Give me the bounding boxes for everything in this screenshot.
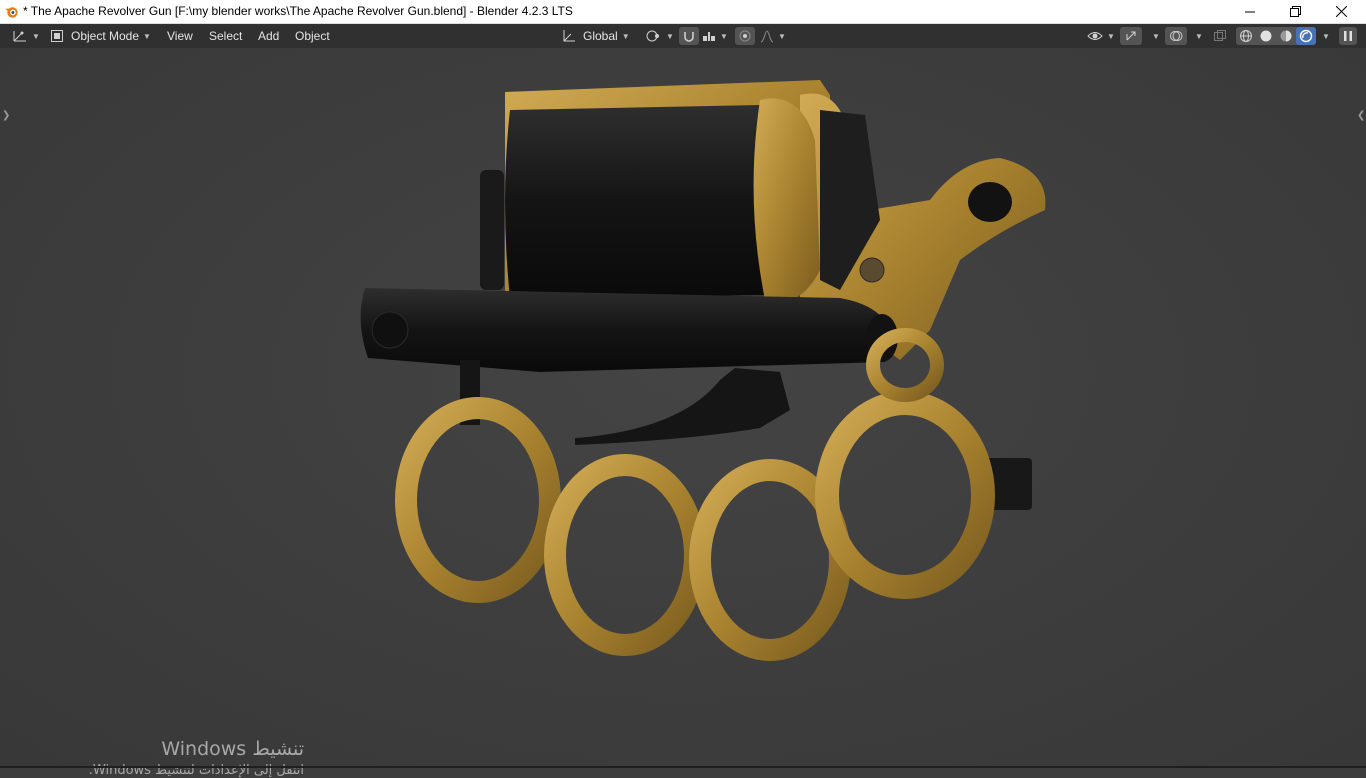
falloff-icon	[760, 30, 774, 43]
gizmo-options[interactable]: ▼	[1148, 24, 1160, 48]
frame-plate	[480, 170, 504, 290]
material-shading-button[interactable]	[1276, 29, 1296, 43]
visibility-icon	[1087, 32, 1103, 40]
menu-view[interactable]: View	[167, 24, 193, 48]
minimize-button[interactable]	[1227, 0, 1273, 23]
overlay-options[interactable]: ▼	[1191, 24, 1203, 48]
xray-toggle[interactable]	[1210, 27, 1230, 45]
barrel-screw	[371, 311, 409, 349]
barrel	[360, 288, 890, 372]
snap-toggle[interactable]	[679, 27, 699, 45]
menu-select[interactable]: Select	[209, 24, 242, 48]
shading-mode-group	[1236, 27, 1316, 45]
revolver-model[interactable]	[0, 48, 1366, 766]
snap-icon	[684, 32, 694, 42]
visibility-selector[interactable]: ▼	[1087, 24, 1115, 48]
window-title: * The Apache Revolver Gun [F:\my blender…	[23, 4, 573, 18]
material-shading-icon	[1280, 30, 1292, 42]
pause-render-button[interactable]	[1339, 27, 1357, 45]
knuckle-ring-2	[544, 454, 706, 656]
close-button[interactable]	[1318, 0, 1364, 23]
wireframe-shading-button[interactable]	[1236, 29, 1256, 43]
transform-orientation-selector[interactable]: Global ▼	[562, 24, 630, 48]
shading-options[interactable]: ▼	[1318, 24, 1330, 48]
mode-selector[interactable]: Object Mode ▼	[50, 24, 151, 48]
trigger	[575, 368, 790, 445]
viewport-header: ▼ Object Mode ▼ View Select Add Object G…	[0, 24, 1366, 48]
xray-icon	[1214, 30, 1226, 41]
object-mode-icon	[51, 30, 63, 42]
overlay-toggle[interactable]	[1165, 27, 1187, 45]
gizmo-icon	[1126, 31, 1136, 41]
close-icon	[1335, 6, 1347, 17]
menu-object[interactable]: Object	[295, 24, 330, 48]
mode-label: Object Mode	[71, 29, 140, 43]
knuckle-ring-1	[395, 397, 561, 603]
menu-add[interactable]: Add	[258, 24, 279, 48]
gizmo-toggle[interactable]	[1120, 27, 1142, 45]
hammer-knob	[968, 182, 1012, 222]
wireframe-shading-icon	[1240, 30, 1252, 42]
cylinder-ring	[753, 98, 820, 302]
blender-logo-icon	[4, 7, 18, 18]
minimize-icon	[1245, 11, 1255, 12]
pivot-icon	[646, 30, 659, 42]
overlay-icon	[1170, 31, 1183, 41]
editor-type-icon	[13, 31, 26, 42]
knuckle-ring-4	[815, 391, 995, 599]
pause-icon	[1344, 31, 1352, 41]
proportional-edit-toggle[interactable]	[735, 27, 755, 45]
windows-activation-title: تنشيط Windows	[161, 738, 304, 760]
solid-shading-icon	[1260, 30, 1272, 42]
orientation-label: Global	[583, 29, 618, 43]
proportional-edit-icon	[739, 30, 751, 42]
cylinder	[505, 105, 770, 298]
snap-target-selector[interactable]: ▼	[702, 24, 728, 48]
rendered-shading-button[interactable]	[1296, 27, 1316, 45]
3d-viewport[interactable]: ❯ ❮ تنشيط Windows انتقل إلى الإعدادات لت…	[0, 48, 1366, 778]
orientation-icon	[563, 30, 575, 42]
knuckle-rings	[395, 328, 995, 661]
solid-shading-button[interactable]	[1256, 29, 1276, 43]
frame-screw	[859, 257, 885, 283]
pivot-point-selector[interactable]: ▼	[646, 24, 674, 48]
restore-button[interactable]	[1272, 0, 1318, 23]
falloff-selector[interactable]: ▼	[760, 24, 786, 48]
snap-increment-icon	[703, 32, 715, 41]
restore-icon	[1289, 6, 1301, 17]
rendered-shading-icon	[1299, 29, 1313, 43]
editor-type-button[interactable]: ▼	[12, 24, 40, 48]
window-titlebar: * The Apache Revolver Gun [F:\my blender…	[0, 0, 1366, 24]
